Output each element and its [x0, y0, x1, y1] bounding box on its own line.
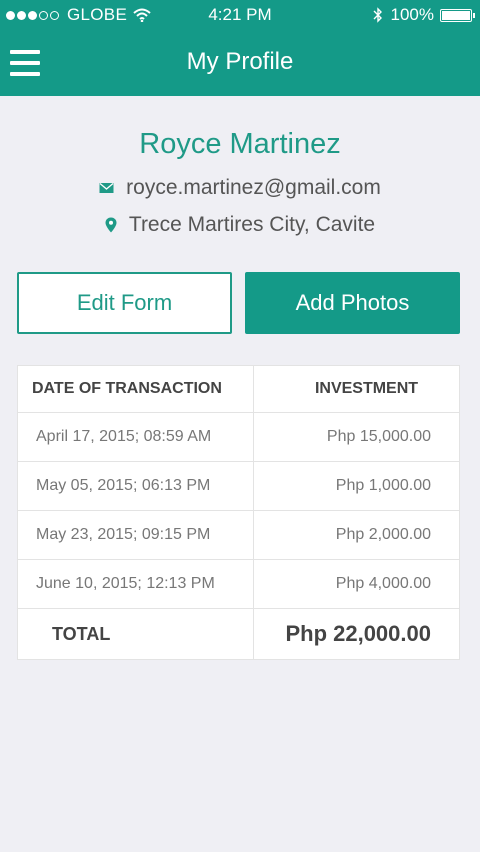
table-total-row: TOTAL Php 22,000.00 [18, 609, 459, 659]
transaction-amount: Php 2,000.00 [335, 526, 431, 543]
edit-form-label: Edit Form [76, 290, 173, 315]
bluetooth-icon [373, 7, 382, 23]
total-amount: Php 22,000.00 [285, 621, 431, 646]
table-row[interactable]: April 17, 2015; 08:59 AM Php 15,000.00 [18, 413, 459, 462]
transaction-date: May 23, 2015; 09:15 PM [18, 511, 254, 559]
table-row[interactable]: May 05, 2015; 06:13 PM Php 1,000.00 [18, 462, 459, 511]
transaction-date: June 10, 2015; 12:13 PM [18, 560, 254, 608]
transaction-amount: Php 4,000.00 [335, 575, 431, 592]
table-row[interactable]: May 23, 2015; 09:15 PM Php 2,000.00 [18, 511, 459, 560]
header-date: DATE OF TRANSACTION [18, 366, 254, 412]
add-photos-button[interactable]: Add Photos [245, 272, 460, 334]
battery-icon [440, 8, 475, 22]
total-label: TOTAL [18, 609, 254, 659]
profile-name: Royce Martinez [139, 128, 341, 160]
profile-location: Trece Martires City, Cavite [128, 213, 376, 236]
status-bar: GLOBE 4:21 PM 100% [0, 0, 480, 30]
profile-email: royce.martinez@gmail.com [126, 176, 381, 199]
transaction-date: April 17, 2015; 08:59 AM [18, 413, 254, 461]
email-row: royce.martinez@gmail.com [0, 176, 480, 200]
table-header-row: DATE OF TRANSACTION INVESTMENT [18, 366, 459, 413]
page-title: My Profile [186, 48, 294, 75]
transaction-amount: Php 1,000.00 [335, 477, 431, 494]
transactions-table: DATE OF TRANSACTION INVESTMENT April 17,… [17, 365, 460, 660]
header-investment: INVESTMENT [314, 380, 419, 397]
map-pin-icon [105, 217, 117, 233]
envelope-icon [99, 183, 114, 194]
battery-percent: 100% [390, 5, 434, 24]
location-row: Trece Martires City, Cavite [0, 213, 480, 237]
transaction-date: May 05, 2015; 06:13 PM [18, 462, 254, 510]
status-right: 100% [373, 5, 475, 25]
battery-level [442, 10, 470, 20]
nav-bar: My Profile [0, 30, 480, 96]
edit-form-button[interactable]: Edit Form [17, 272, 232, 334]
add-photos-label: Add Photos [295, 290, 410, 315]
transaction-amount: Php 15,000.00 [326, 428, 431, 445]
table-row[interactable]: June 10, 2015; 12:13 PM Php 4,000.00 [18, 560, 459, 609]
top-bar: GLOBE 4:21 PM 100% My Profile [0, 0, 480, 96]
